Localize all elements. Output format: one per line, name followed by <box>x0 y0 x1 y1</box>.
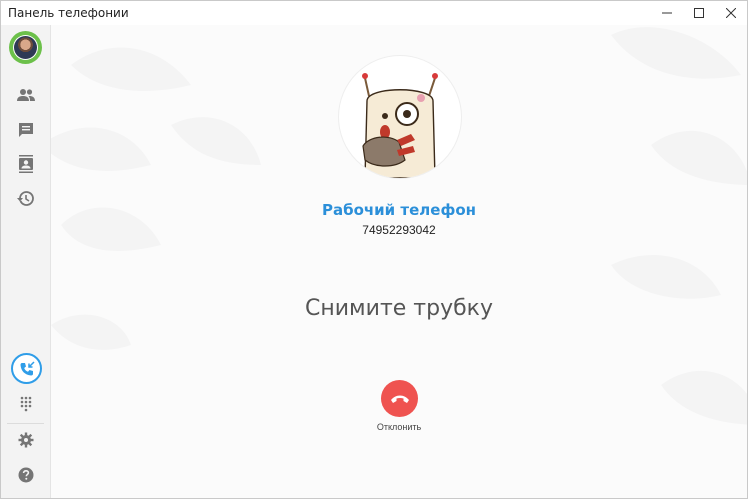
title-bar: Панель телефонии <box>1 1 747 25</box>
incoming-call-button[interactable] <box>11 353 42 384</box>
sidebar-item-contacts[interactable] <box>1 80 50 110</box>
minimize-button[interactable] <box>651 1 683 25</box>
maximize-button[interactable] <box>683 1 715 25</box>
avatar-photo <box>14 36 37 59</box>
sidebar <box>1 25 51 498</box>
hang-up-icon <box>390 395 409 403</box>
contact-character-illustration <box>362 73 438 178</box>
sidebar-item-address-book[interactable] <box>1 149 50 179</box>
dialpad-icon <box>20 396 31 412</box>
decline-call-button[interactable] <box>381 380 418 417</box>
minimize-icon <box>662 12 672 14</box>
gear-icon <box>18 432 33 448</box>
telephony-panel-window: Панель телефонии Рабочий телефон 7495229… <box>0 0 748 499</box>
settings-button[interactable] <box>1 425 50 455</box>
window-title: Панель телефонии <box>8 6 129 20</box>
people-icon <box>16 89 35 101</box>
close-icon <box>726 8 736 18</box>
decline-label: Отклонить <box>376 422 422 432</box>
chat-icon <box>18 123 33 137</box>
dialpad-button[interactable] <box>1 389 50 419</box>
help-icon <box>18 467 33 483</box>
close-button[interactable] <box>715 1 747 25</box>
window-controls <box>651 1 747 25</box>
sidebar-divider <box>7 423 44 424</box>
contact-card-icon <box>18 155 33 173</box>
call-status: Снимите трубку <box>305 296 493 321</box>
contact-name: Рабочий телефон <box>321 201 476 219</box>
call-panel: Рабочий телефон 74952293042 Снимите труб… <box>51 25 747 498</box>
contact-phone-number: 74952293042 <box>362 223 436 237</box>
contact-photo <box>339 56 461 178</box>
incoming-call-icon <box>20 360 35 375</box>
sidebar-item-chats[interactable] <box>1 115 50 145</box>
maximize-icon <box>694 8 704 18</box>
history-icon <box>17 190 34 206</box>
user-avatar[interactable] <box>9 31 42 64</box>
help-button[interactable] <box>1 460 50 490</box>
sidebar-item-history[interactable] <box>1 183 50 213</box>
